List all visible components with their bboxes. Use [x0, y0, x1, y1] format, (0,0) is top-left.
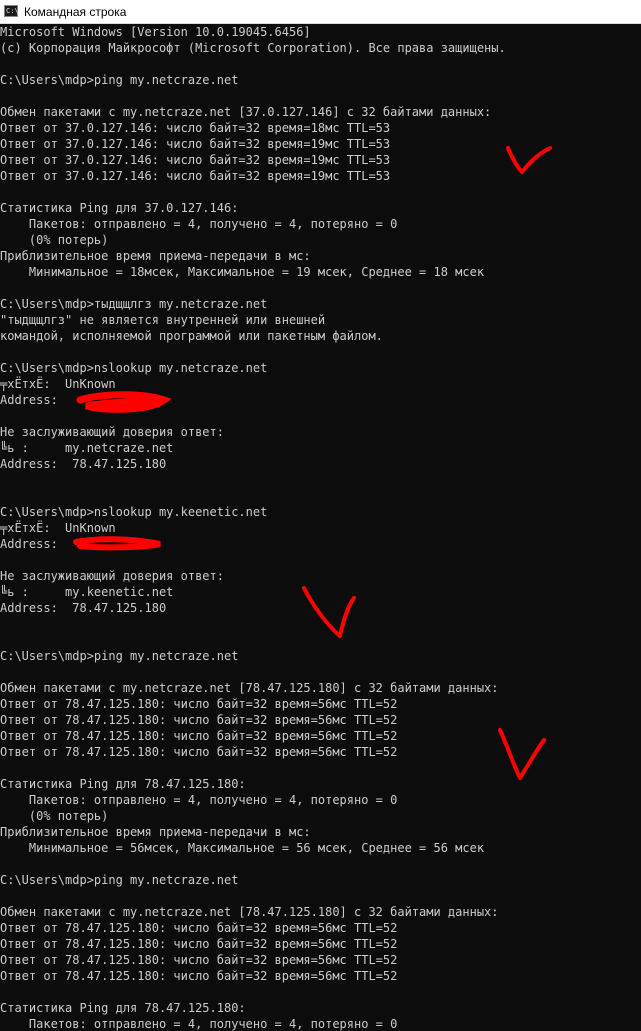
- console-output[interactable]: Microsoft Windows [Version 10.0.19045.64…: [0, 24, 641, 1031]
- console-line: Не заслуживающий доверия ответ:: [0, 569, 224, 583]
- console-line: Microsoft Windows [Version 10.0.19045.64…: [0, 25, 311, 39]
- console-line: Приблизительное время приема-передачи в …: [0, 249, 311, 263]
- console-line: Ответ от 37.0.127.146: число байт=32 вре…: [0, 121, 391, 135]
- console-line: Статистика Ping для 78.47.125.180:: [0, 777, 246, 791]
- console-line: C:\Users\mdp>тыдщщлгз my.netcraze.net: [0, 297, 268, 311]
- console-line: Не заслуживающий доверия ответ:: [0, 425, 224, 439]
- console-line: командой, исполняемой программой или пак…: [0, 329, 383, 343]
- console-line: Обмен пакетами с my.netcraze.net [78.47.…: [0, 681, 499, 695]
- console-line: Ответ от 78.47.125.180: число байт=32 вр…: [0, 729, 398, 743]
- console-line: Обмен пакетами с my.netcraze.net [37.0.1…: [0, 105, 492, 119]
- title-bar[interactable]: C:\ Командная строка: [0, 0, 641, 24]
- console-line: C:\Users\mdp>ping my.netcraze.net: [0, 73, 239, 87]
- console-line: Address:: [0, 537, 58, 551]
- console-line: Ответ от 37.0.127.146: число байт=32 вре…: [0, 153, 391, 167]
- console-line: ╚ь : my.keenetic.net: [0, 585, 174, 599]
- console-line: Ответ от 78.47.125.180: число байт=32 вр…: [0, 745, 398, 759]
- console-line: Ответ от 78.47.125.180: число байт=32 вр…: [0, 953, 398, 967]
- console-line: Address: 78.47.125.180: [0, 457, 167, 471]
- console-line: Обмен пакетами с my.netcraze.net [78.47.…: [0, 905, 499, 919]
- console-line: Address:: [0, 393, 58, 407]
- console-line: ╤xЁтxЁ: UnKnown: [0, 521, 116, 535]
- console-line: (0% потерь): [0, 809, 109, 823]
- console-line: Минимальное = 18мсек, Максимальное = 19 …: [0, 265, 485, 279]
- console-line: ╚ь : my.netcraze.net: [0, 441, 174, 455]
- console-line: Ответ от 78.47.125.180: число байт=32 вр…: [0, 969, 398, 983]
- console-line: Address: 78.47.125.180: [0, 601, 167, 615]
- console-line: Минимальное = 56мсек, Максимальное = 56 …: [0, 841, 485, 855]
- console-line: C:\Users\mdp>nslookup my.netcraze.net: [0, 361, 268, 375]
- console-line: "тыдщщлгз" не является внутренней или вн…: [0, 313, 326, 327]
- console-line: Ответ от 78.47.125.180: число байт=32 вр…: [0, 937, 398, 951]
- console-line: (0% потерь): [0, 233, 109, 247]
- console-line: Пакетов: отправлено = 4, получено = 4, п…: [0, 1017, 398, 1031]
- console-line: Ответ от 78.47.125.180: число байт=32 вр…: [0, 713, 398, 727]
- console-line: Ответ от 78.47.125.180: число байт=32 вр…: [0, 697, 398, 711]
- console-line: (c) Корпорация Майкрософт (Microsoft Cor…: [0, 41, 506, 55]
- console-line: C:\Users\mdp>nslookup my.keenetic.net: [0, 505, 268, 519]
- console-line: Приблизительное время приема-передачи в …: [0, 825, 311, 839]
- window-title: Командная строка: [24, 5, 127, 19]
- console-line: ╤xЁтxЁ: UnKnown: [0, 377, 116, 391]
- cmd-app-icon: C:\: [4, 5, 19, 17]
- console-line: Статистика Ping для 78.47.125.180:: [0, 1001, 246, 1015]
- cmd-window: C:\ Командная строка Microsoft Windows […: [0, 0, 641, 1031]
- console-line: Пакетов: отправлено = 4, получено = 4, п…: [0, 217, 398, 231]
- console-line: C:\Users\mdp>ping my.netcraze.net: [0, 649, 239, 663]
- console-line: Ответ от 78.47.125.180: число байт=32 вр…: [0, 921, 398, 935]
- console-line: Ответ от 37.0.127.146: число байт=32 вре…: [0, 137, 391, 151]
- console-line: Пакетов: отправлено = 4, получено = 4, п…: [0, 793, 398, 807]
- console-line: C:\Users\mdp>ping my.netcraze.net: [0, 873, 239, 887]
- console-line: Статистика Ping для 37.0.127.146:: [0, 201, 239, 215]
- console-line: Ответ от 37.0.127.146: число байт=32 вре…: [0, 169, 391, 183]
